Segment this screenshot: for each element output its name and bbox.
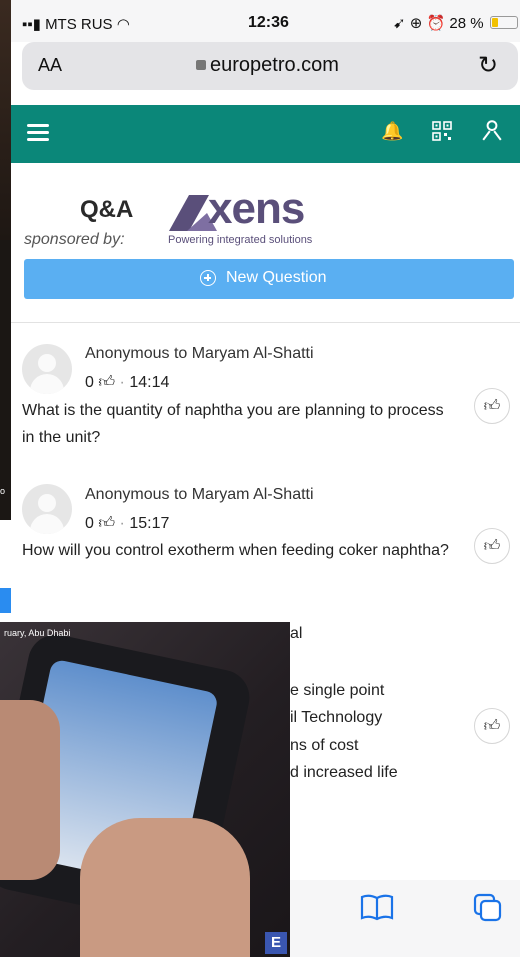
divider [11,322,520,323]
question-time: 14:14 [129,374,170,391]
sponsor-logo-text: xens [208,184,305,233]
sponsor-logo-tagline: Powering integrated solutions [168,234,313,246]
avatar [22,344,72,394]
video-caption: ruary, Abu Dhabi [4,628,71,638]
question-meta: 0 👍︎ · 14:14 [85,373,169,392]
thumbs-up-icon: 👍︎ [483,537,501,555]
video-hand-left [0,700,60,880]
partial-question-line: d increased life [290,764,398,781]
thumbs-up-small-icon: 👍︎ [98,515,116,532]
battery-percent: 28 % [449,15,484,32]
carrier-label: MTS RUS [45,16,113,33]
meta-separator: · [119,515,125,532]
question-text: How will you control exotherm when feedi… [22,542,449,559]
meta-separator: · [119,374,125,391]
url-text[interactable]: europetro.com [196,54,339,77]
user-profile-icon[interactable] [481,119,503,141]
lock-icon [196,60,206,70]
bookmarks-icon[interactable] [360,893,394,921]
status-carrier: ▪▪▮ MTS RUS ◠ [22,15,130,33]
wifi-icon: ◠ [116,16,130,33]
signal-icon: ▪▪▮ [22,16,41,33]
question-text: What is the quantity of naphtha you are … [22,402,444,446]
new-question-label: New Question [226,269,327,286]
notification-bell-icon[interactable]: 🔔 [381,121,403,142]
tabs-icon[interactable] [473,893,503,923]
alarm-icon: ⏰ [426,15,446,32]
question-author: Anonymous to Maryam Al-Shatti [85,345,314,362]
thumbs-up-icon: 👍︎ [483,717,501,735]
like-button[interactable]: 👍︎ [474,388,510,424]
status-right: ➹ ⊕ ⏰ 28 % [393,14,484,32]
rotation-lock-icon: ⊕ [409,15,423,32]
like-count: 0 [85,374,94,391]
question-meta: 0 👍︎ · 15:17 [85,514,169,533]
qa-title: Q&A [80,196,134,223]
background-left-strip-top [0,0,11,240]
left-strip-label: o [0,486,6,496]
partial-question-line: al [290,625,303,642]
video-hand-right [80,818,250,957]
video-logo: E [265,932,287,954]
like-button[interactable]: 👍︎ [474,708,510,744]
avatar [22,484,72,534]
question-time: 15:17 [129,515,170,532]
add-circle-icon [200,270,216,286]
background-left-blue-block [0,588,11,613]
reload-icon[interactable]: ↻ [478,51,498,80]
like-button[interactable]: 👍︎ [474,528,510,564]
partial-question-line: il Technology [290,709,383,726]
qr-code-icon[interactable] [432,121,452,141]
url-value: europetro.com [210,54,339,76]
like-count: 0 [85,515,94,532]
partial-question-line: e single point [290,682,385,699]
status-time: 12:36 [248,14,289,31]
question-author: Anonymous to Maryam Al-Shatti [85,486,314,503]
sponsored-by-label: sponsored by: [24,231,125,248]
reader-options-button[interactable]: AA [38,55,62,76]
thumbs-up-small-icon: 👍︎ [98,374,116,391]
battery-level [492,18,498,27]
thumbs-up-icon: 👍︎ [483,397,501,415]
partial-question-line: ns of cost [290,737,359,754]
location-icon: ➹ [393,15,406,32]
menu-icon[interactable] [27,124,49,142]
